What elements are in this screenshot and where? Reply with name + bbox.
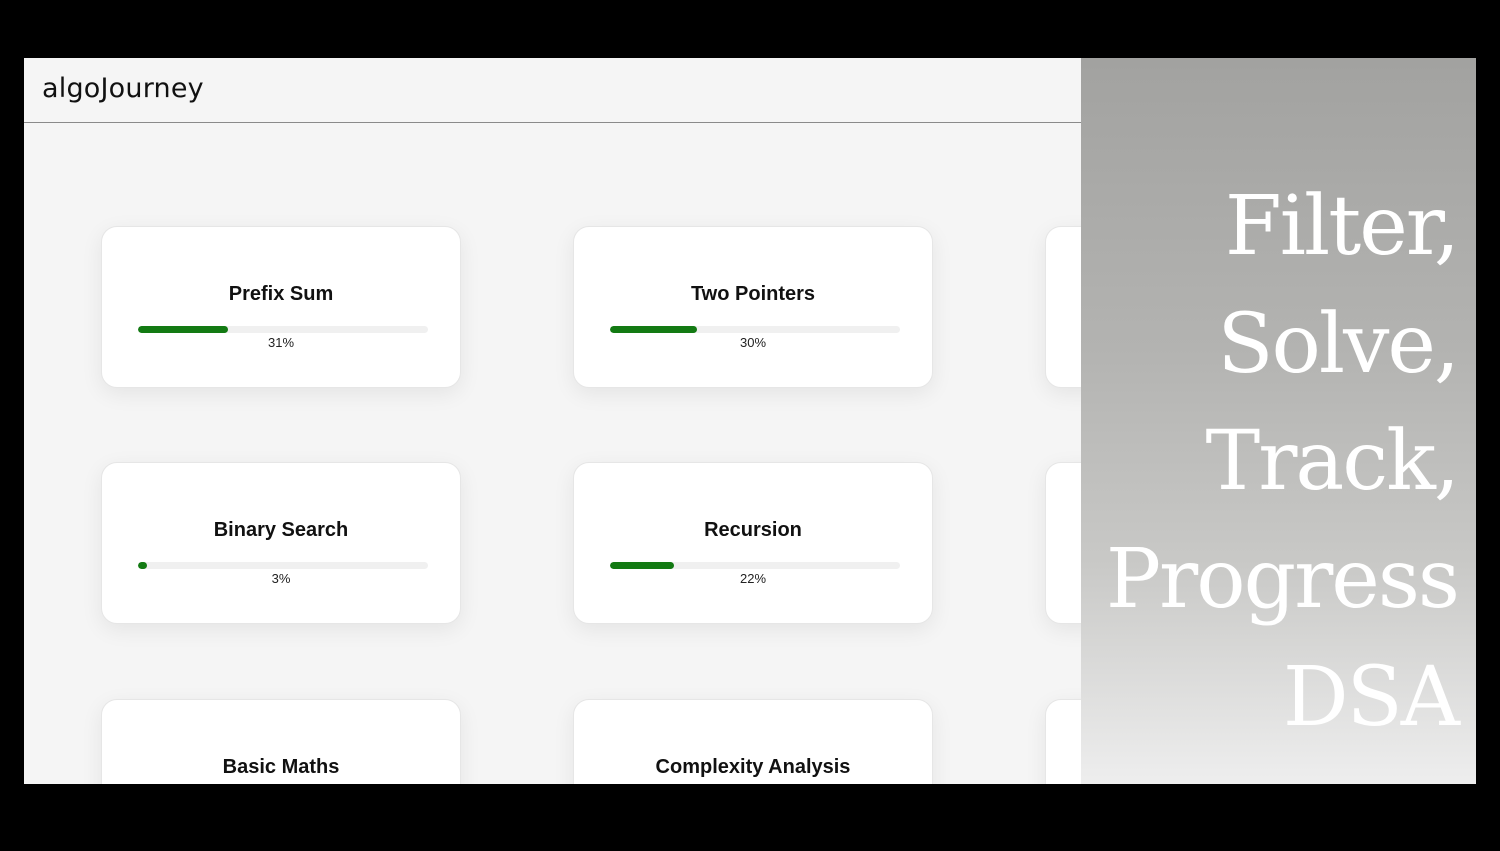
app-logo[interactable]: algoJourney bbox=[42, 73, 204, 104]
topic-card-complexity-analysis[interactable]: Complexity Analysis bbox=[573, 699, 933, 784]
screenshot-frame: algoJourney Prefix Sum 31% Two Pointers … bbox=[24, 58, 1476, 784]
progress-fill bbox=[138, 326, 228, 333]
progress-bar bbox=[138, 562, 428, 569]
promo-panel: Filter, Solve, Track, Progress DSA bbox=[1081, 58, 1476, 784]
topic-title: Binary Search bbox=[213, 519, 349, 541]
top-bar: algoJourney bbox=[24, 58, 1081, 123]
progress-percent: 3% bbox=[271, 571, 291, 586]
topic-title: Prefix Sum bbox=[228, 283, 334, 305]
promo-line: Solve, bbox=[1217, 297, 1460, 392]
app-window: algoJourney Prefix Sum 31% Two Pointers … bbox=[24, 58, 1081, 784]
progress-fill bbox=[138, 562, 147, 569]
topic-card-binary-search[interactable]: Binary Search 3% bbox=[101, 462, 461, 624]
topic-title: Basic Maths bbox=[222, 756, 340, 778]
promo-line: DSA bbox=[1282, 650, 1460, 745]
progress-bar bbox=[610, 562, 900, 569]
topic-title: Complexity Analysis bbox=[655, 756, 851, 778]
progress-bar bbox=[138, 326, 428, 333]
progress-percent: 22% bbox=[739, 571, 767, 586]
promo-line: Progress bbox=[1105, 532, 1460, 627]
topic-card-basic-maths[interactable]: Basic Maths bbox=[101, 699, 461, 784]
progress-bar bbox=[610, 326, 900, 333]
topic-card-prefix-sum[interactable]: Prefix Sum 31% bbox=[101, 226, 461, 388]
progress-percent: 30% bbox=[739, 335, 767, 350]
topic-title: Recursion bbox=[704, 519, 802, 541]
topic-card-partial[interactable] bbox=[1045, 226, 1081, 388]
topic-card-partial[interactable] bbox=[1045, 462, 1081, 624]
topic-card-partial[interactable] bbox=[1045, 699, 1081, 784]
progress-fill bbox=[610, 562, 674, 569]
progress-fill bbox=[610, 326, 697, 333]
topic-title: Two Pointers bbox=[690, 283, 816, 305]
promo-line: Filter, bbox=[1224, 179, 1460, 274]
progress-percent: 31% bbox=[267, 335, 295, 350]
promo-line: Track, bbox=[1205, 414, 1460, 509]
topic-card-two-pointers[interactable]: Two Pointers 30% bbox=[573, 226, 933, 388]
topic-card-recursion[interactable]: Recursion 22% bbox=[573, 462, 933, 624]
